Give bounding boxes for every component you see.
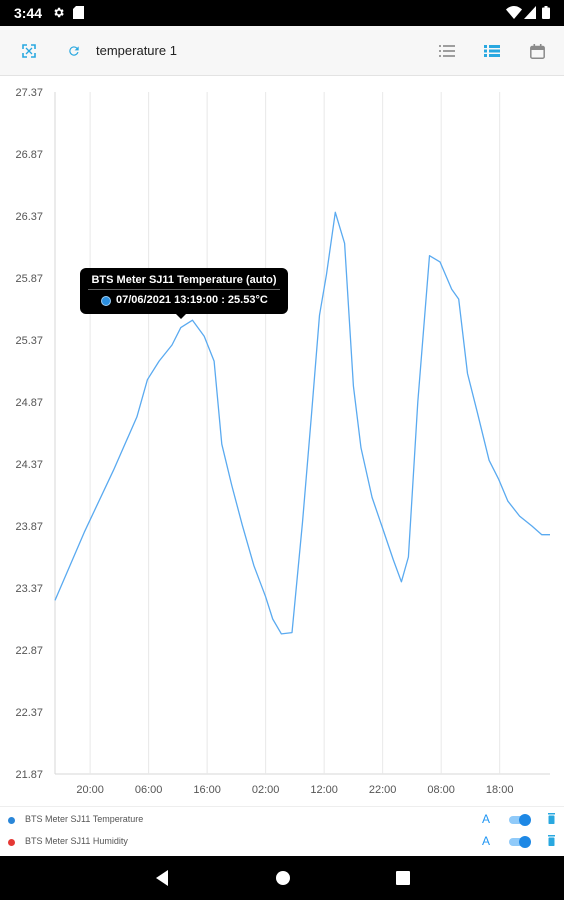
- x-tick-label: 12:00: [310, 784, 338, 796]
- x-tick-label: 08:00: [427, 784, 455, 796]
- legend-item: BTS Meter SJ11 Humidity A: [0, 831, 564, 853]
- calendar-icon: [529, 43, 545, 59]
- home-icon[interactable]: [273, 868, 293, 888]
- toolbar: temperature 1: [0, 26, 564, 76]
- list-detail-button[interactable]: [480, 39, 504, 63]
- legend-color-dot: [8, 839, 15, 846]
- legend: BTS Meter SJ11 Temperature A BTS Meter S…: [0, 806, 564, 856]
- refresh-button[interactable]: [62, 39, 86, 63]
- x-tick-label: 20:00: [76, 784, 104, 796]
- fullscreen-icon: [22, 44, 36, 58]
- tooltip-value: 07/06/2021 13:19:00 : 25.53°C: [116, 294, 268, 306]
- y-tick-label: 25.37: [15, 335, 43, 347]
- tooltip-title: BTS Meter SJ11 Temperature (auto): [91, 274, 277, 286]
- cell-signal-icon: [524, 6, 536, 19]
- recents-icon[interactable]: [393, 868, 413, 888]
- chart-area[interactable]: 20:00 06:00 16:00 02:00 12:00 22:00 08:00 18:00…: [0, 76, 564, 806]
- y-tick-label: 26.87: [15, 149, 43, 161]
- axis-select-button[interactable]: A: [482, 812, 490, 826]
- legend-color-dot: [8, 817, 15, 824]
- tooltip-series-dot: [101, 296, 111, 306]
- toggle-thumb: [519, 814, 531, 826]
- delete-icon[interactable]: [548, 835, 555, 846]
- y-tick-label: 24.87: [15, 397, 43, 409]
- list-detail-icon: [484, 45, 500, 57]
- y-tick-label: 23.87: [15, 521, 43, 533]
- back-icon[interactable]: [153, 868, 173, 888]
- status-bar: 3:44: [0, 0, 564, 26]
- chart-title: temperature 1: [96, 43, 177, 58]
- axis-select-button[interactable]: A: [482, 834, 490, 848]
- y-tick-label: 27.37: [15, 87, 43, 99]
- fullscreen-button[interactable]: [17, 39, 41, 63]
- battery-icon: [542, 6, 550, 19]
- y-tick-label: 25.87: [15, 273, 43, 285]
- tooltip-divider: [88, 289, 280, 290]
- x-tick-label: 22:00: [369, 784, 397, 796]
- tooltip-arrow: [176, 314, 186, 319]
- status-time: 3:44: [14, 5, 43, 21]
- y-tick-label: 24.37: [15, 459, 43, 471]
- y-tick-label: 21.87: [15, 769, 43, 781]
- refresh-icon: [69, 46, 79, 56]
- list-button[interactable]: [435, 39, 459, 63]
- x-tick-label: 16:00: [193, 784, 221, 796]
- series-toggle[interactable]: [509, 814, 531, 826]
- list-icon: [439, 45, 455, 57]
- x-tick-label: 18:00: [486, 784, 514, 796]
- x-tick-label: 06:00: [135, 784, 163, 796]
- sd-card-icon: [73, 6, 84, 19]
- toggle-thumb: [519, 836, 531, 848]
- line-chart[interactable]: 20:00 06:00 16:00 02:00 12:00 22:00 08:00 18:00…: [0, 76, 564, 806]
- y-tick-label: 23.37: [15, 583, 43, 595]
- gear-icon: [54, 7, 64, 18]
- nav-bar: [0, 856, 564, 900]
- legend-item: BTS Meter SJ11 Temperature A: [0, 809, 564, 831]
- y-tick-label: 22.87: [15, 645, 43, 657]
- wifi-icon: [506, 6, 522, 19]
- delete-icon[interactable]: [548, 813, 555, 824]
- legend-label: BTS Meter SJ11 Humidity: [25, 836, 128, 846]
- y-tick-label: 26.37: [15, 211, 43, 223]
- series-toggle[interactable]: [509, 836, 531, 848]
- y-tick-label: 22.37: [15, 707, 43, 719]
- x-tick-label: 02:00: [252, 784, 280, 796]
- legend-label: BTS Meter SJ11 Temperature: [25, 814, 144, 824]
- calendar-button[interactable]: [525, 39, 549, 63]
- chart-tooltip: BTS Meter SJ11 Temperature (auto) 07/06/…: [80, 268, 288, 319]
